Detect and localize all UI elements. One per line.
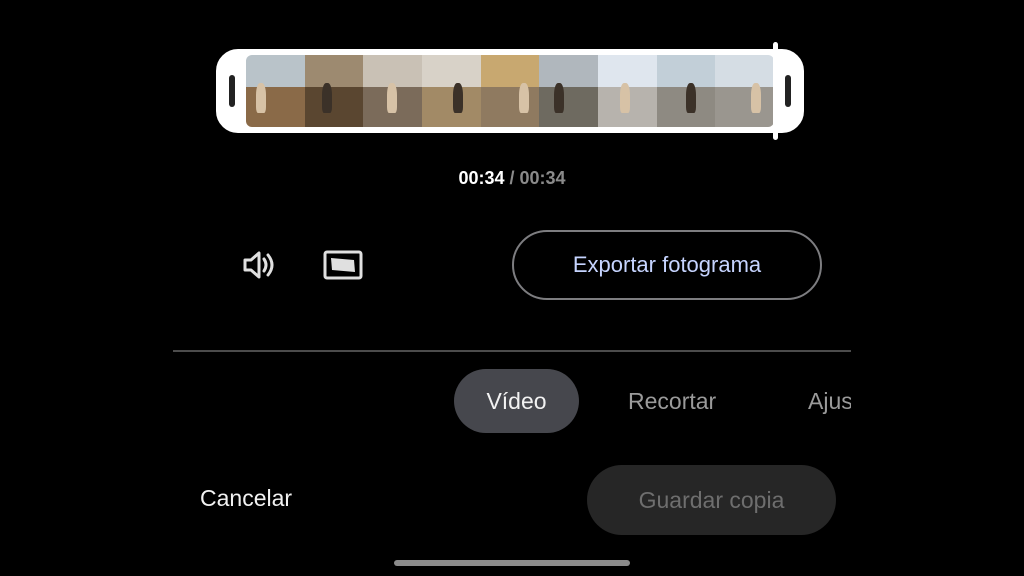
aspect-ratio-icon (323, 250, 363, 280)
cancel-button[interactable]: Cancelar (200, 485, 292, 512)
volume-icon (243, 251, 274, 279)
timeline-frame (422, 55, 481, 127)
export-frame-button[interactable]: Exportar fotograma (512, 230, 822, 300)
save-copy-button[interactable]: Guardar copia (587, 465, 836, 535)
playhead[interactable] (773, 42, 778, 140)
tab-adjust[interactable]: Ajus (808, 369, 851, 433)
timeline-frames (246, 55, 774, 127)
timeline-frame (598, 55, 657, 127)
tab-crop[interactable]: Recortar (628, 369, 716, 433)
timeline-frame (246, 55, 305, 127)
tab-video[interactable]: Vídeo (454, 369, 579, 433)
timeline-frame (480, 55, 540, 127)
timeline-frame (304, 55, 364, 127)
time-separator: / (504, 168, 520, 188)
total-time: 00:34 (519, 168, 566, 188)
time-readout: 00:34 / 00:34 (0, 168, 1024, 189)
editor-tabs: Vídeo Recortar Ajus (454, 369, 851, 433)
aspect-ratio-button[interactable] (323, 245, 363, 285)
volume-button[interactable] (239, 245, 279, 285)
grip-icon (229, 75, 235, 107)
grip-icon (785, 75, 791, 107)
timeline-frame (363, 55, 423, 127)
timeline-frame (656, 55, 716, 127)
timeline-frame (715, 55, 774, 127)
divider (173, 350, 851, 352)
timeline-frame (539, 55, 599, 127)
trim-start-handle[interactable] (220, 53, 246, 129)
home-indicator[interactable] (394, 560, 630, 566)
current-time: 00:34 (458, 168, 505, 188)
video-timeline[interactable] (216, 49, 804, 133)
